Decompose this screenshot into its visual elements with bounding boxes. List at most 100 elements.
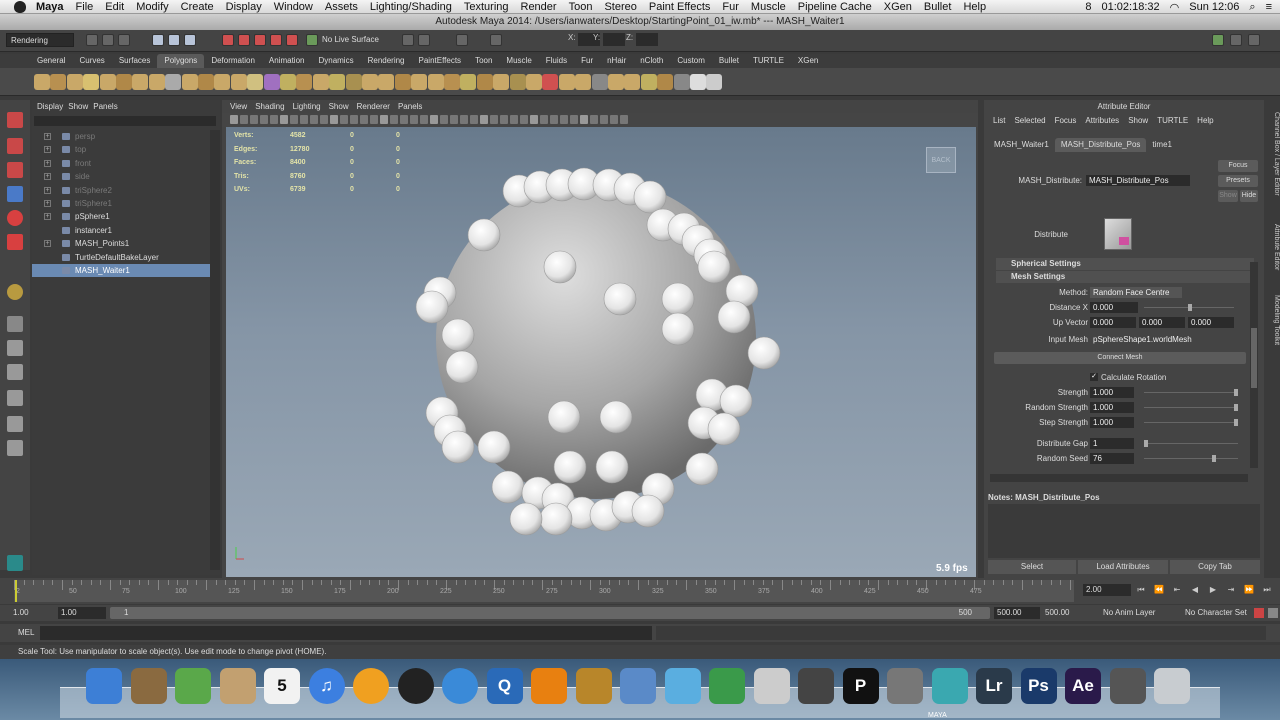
method-dropdown[interactable]: Random Face Centre	[1090, 287, 1182, 298]
toggle-channel-box-icon[interactable]	[1212, 34, 1224, 46]
time-ruler[interactable]: 2 50 75 100 125 150 175 200 225 250 275 300 325 350 37…	[14, 580, 1074, 602]
viewport-tool-icon[interactable]	[490, 115, 498, 124]
shelf-tool-icon[interactable]	[214, 74, 231, 90]
mesh-settings-section[interactable]: Mesh Settings	[996, 271, 1254, 283]
photos-icon[interactable]	[219, 668, 256, 704]
random-strength-knob[interactable]	[1234, 404, 1238, 411]
viewport-menu-renderer[interactable]: Renderer	[357, 100, 390, 113]
mel-label[interactable]: MEL	[18, 628, 34, 637]
shelf-tool-icon[interactable]	[99, 74, 116, 90]
channel-box-tab[interactable]: Channel Box / Layer Editor	[1266, 104, 1280, 204]
viewport-tool-icon[interactable]	[310, 115, 318, 124]
vlc-icon[interactable]	[531, 668, 567, 704]
shelf-tool-icon[interactable]	[427, 74, 444, 90]
viewport-menu-shading[interactable]: Shading	[255, 100, 284, 113]
viewport-tool-icon[interactable]	[580, 115, 588, 124]
viewport-tool-icon[interactable]	[370, 115, 378, 124]
menu-modify[interactable]: Modify	[136, 1, 168, 13]
step-back-icon[interactable]: ⏪	[1154, 585, 1164, 595]
distribute-gap-field[interactable]: 1	[1090, 438, 1134, 449]
inkscape-icon[interactable]	[887, 668, 923, 704]
scale-tool-icon[interactable]	[7, 234, 23, 250]
shelf-tool-icon[interactable]	[50, 74, 67, 90]
distribute-gap-knob[interactable]	[1144, 440, 1148, 447]
layout-single-icon[interactable]	[7, 316, 23, 332]
movie-icon[interactable]	[1109, 668, 1146, 704]
save-scene-icon[interactable]	[118, 34, 130, 46]
shelf-tab-turtle[interactable]: TURTLE	[746, 54, 791, 68]
viewport-tool-icon[interactable]	[470, 115, 478, 124]
layout-outliner-icon[interactable]	[7, 390, 23, 406]
outliner-item[interactable]: + top	[32, 143, 212, 156]
random-seed-knob[interactable]	[1212, 455, 1216, 462]
outliner-item[interactable]: instancer1	[32, 224, 212, 237]
expand-icon[interactable]: +	[44, 199, 51, 207]
viewport-tool-icon[interactable]	[230, 115, 238, 124]
viewport-tool-icon[interactable]	[320, 115, 328, 124]
shelf-tab-fluids[interactable]: Fluids	[539, 54, 574, 68]
viewport-tool-icon[interactable]	[460, 115, 468, 124]
connect-mesh-button[interactable]: Connect Mesh	[994, 352, 1246, 364]
menu-help[interactable]: Help	[963, 1, 986, 13]
shelf-tool-icon[interactable]	[624, 74, 641, 90]
current-frame-field[interactable]: 2.00	[1083, 584, 1131, 596]
shelf-tab-deformation[interactable]: Deformation	[204, 54, 262, 68]
layout-hypershade-icon[interactable]	[7, 440, 23, 456]
app-menu[interactable]: Maya	[36, 1, 64, 13]
shelf-tab-animation[interactable]: Animation	[262, 54, 312, 68]
shelf-tab-dynamics[interactable]: Dynamics	[311, 54, 360, 68]
view-cube[interactable]: BACK	[926, 147, 956, 173]
anim-prefs-icon[interactable]	[1268, 608, 1278, 618]
viewport-tool-icon[interactable]	[550, 115, 558, 124]
copy-tab-button[interactable]: Copy Tab	[1170, 560, 1260, 574]
shelf-tab-curves[interactable]: Curves	[72, 54, 111, 68]
outliner-menu-panels[interactable]: Panels	[93, 100, 117, 114]
menu-toon[interactable]: Toon	[569, 1, 593, 13]
ae-menu-list[interactable]: List	[993, 114, 1005, 128]
presets-button[interactable]: Presets	[1218, 175, 1258, 187]
ae-menu-attributes[interactable]: Attributes	[1085, 114, 1119, 128]
viewport-tool-icon[interactable]	[280, 115, 288, 124]
snap-point-icon[interactable]	[254, 34, 266, 46]
menu-lighting-shading[interactable]: Lighting/Shading	[370, 1, 452, 13]
select-hierarchy-icon[interactable]	[152, 34, 164, 46]
hide-button[interactable]: Hide	[1240, 190, 1258, 202]
focus-button[interactable]: Focus	[1218, 160, 1258, 172]
input-mesh-field[interactable]: pSphereShape1.worldMesh	[1090, 334, 1226, 345]
mel-input[interactable]	[40, 626, 652, 640]
random-strength-field[interactable]: 1.000	[1090, 402, 1134, 413]
go-to-end-icon[interactable]: ⏭	[1262, 585, 1272, 595]
trash-icon[interactable]	[1154, 668, 1190, 704]
open-scene-icon[interactable]	[102, 34, 114, 46]
snap-curve-icon[interactable]	[238, 34, 250, 46]
viewport-tool-icon[interactable]	[590, 115, 598, 124]
attribute-scrollbar[interactable]	[1250, 262, 1258, 468]
outliner-item[interactable]: + front	[32, 157, 212, 170]
distance-x-field[interactable]: 0.000	[1090, 302, 1138, 313]
y-field[interactable]	[603, 33, 625, 46]
shelf-tool-icon[interactable]	[362, 74, 378, 90]
time-elapsed[interactable]: 01:02:18:32	[1102, 1, 1160, 13]
lightroom-icon[interactable]: Lr	[976, 668, 1012, 704]
shelf-tab-fur[interactable]: Fur	[574, 54, 600, 68]
calendar-icon[interactable]: 5	[264, 668, 300, 704]
viewport-tool-icon[interactable]	[420, 115, 428, 124]
live-surface-icon[interactable]	[306, 34, 318, 46]
menu-assets[interactable]: Assets	[325, 1, 358, 13]
shelf-tool-icon[interactable]	[181, 74, 198, 90]
step-strength-slider[interactable]	[1144, 422, 1238, 423]
menu-texturing[interactable]: Texturing	[464, 1, 509, 13]
triangle-icon[interactable]	[709, 668, 745, 704]
random-strength-slider[interactable]	[1144, 407, 1238, 408]
ae-menu-selected[interactable]: Selected	[1014, 114, 1045, 128]
render-icon[interactable]	[402, 34, 414, 46]
up-vector-z[interactable]: 0.000	[1188, 317, 1234, 328]
attribute-hscrollbar[interactable]	[990, 474, 1248, 482]
viewport-tool-icon[interactable]	[560, 115, 568, 124]
shelf-tool-icon[interactable]	[640, 74, 657, 90]
aftereffects-icon[interactable]: Ae	[1065, 668, 1101, 704]
apple-icon[interactable]	[14, 0, 26, 13]
toggle-attr-editor-icon[interactable]	[1230, 34, 1242, 46]
menu-window[interactable]: Window	[274, 1, 313, 13]
layout-two-icon[interactable]	[7, 364, 23, 380]
